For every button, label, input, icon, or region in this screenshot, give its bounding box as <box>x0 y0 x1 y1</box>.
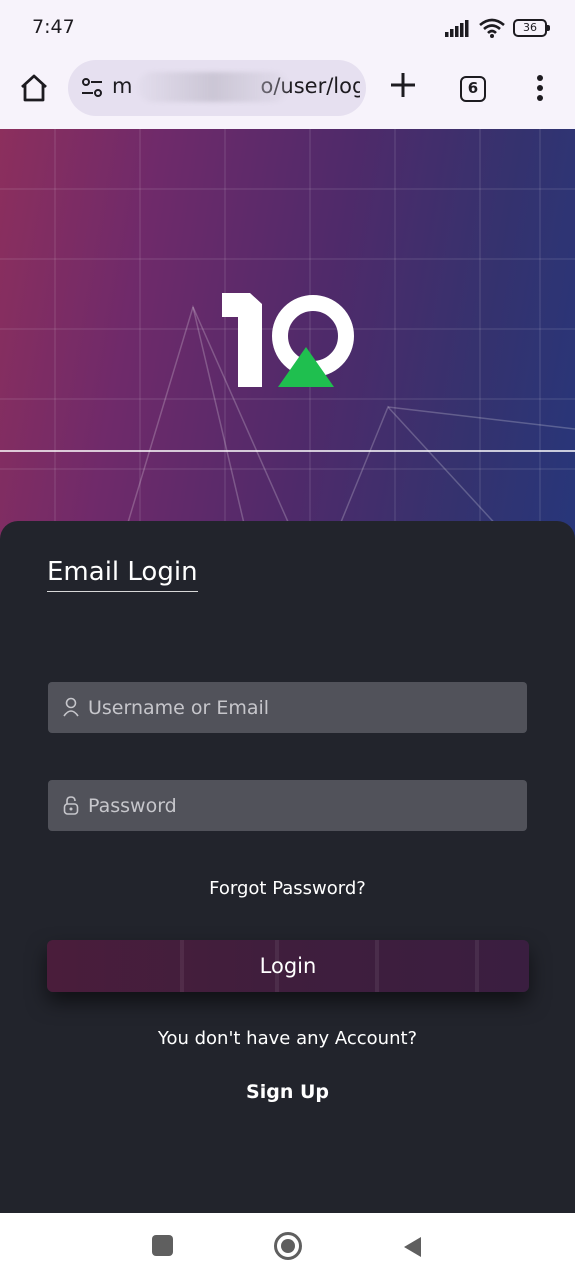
system-nav-bar <box>0 1213 575 1280</box>
wifi-icon <box>479 18 505 38</box>
hero-banner <box>0 129 575 549</box>
status-icons: 36 <box>445 16 550 40</box>
url-redaction <box>138 72 288 102</box>
forgot-password-link[interactable]: Forgot Password? <box>0 878 575 899</box>
email-login-tab[interactable]: Email Login <box>47 557 198 592</box>
status-time: 7:47 <box>32 16 75 38</box>
back-triangle-icon[interactable] <box>401 1235 425 1259</box>
address-bar[interactable]: m o/user/log <box>68 60 366 116</box>
sign-up-link[interactable]: Sign Up <box>0 1081 575 1103</box>
password-field[interactable] <box>48 780 527 831</box>
username-field[interactable] <box>48 682 527 733</box>
logo <box>222 293 354 387</box>
status-bar: 7:47 36 <box>0 0 575 56</box>
lock-icon <box>63 796 79 815</box>
square-icon[interactable] <box>152 1235 173 1256</box>
password-input[interactable] <box>86 780 516 831</box>
no-account-text: You don't have any Account? <box>157 1028 418 1049</box>
login-button-label: Login <box>259 954 317 978</box>
signal-icon <box>445 20 469 37</box>
circle-icon[interactable] <box>274 1232 302 1260</box>
username-input[interactable] <box>86 682 516 733</box>
browser-toolbar: m o/user/log 6 <box>0 56 575 129</box>
login-button[interactable]: Login <box>47 940 529 992</box>
tune-icon[interactable] <box>80 76 104 100</box>
home-icon[interactable] <box>16 70 52 106</box>
plus-icon[interactable] <box>388 70 418 100</box>
url-prefix: m <box>112 74 133 98</box>
hero-grid-pattern <box>0 129 575 549</box>
user-icon <box>63 697 79 717</box>
login-card: Email Login Forgot Password? Login You d… <box>0 521 575 1213</box>
tab-switcher-button[interactable]: 6 <box>460 76 486 102</box>
battery-indicator: 36 <box>513 19 550 37</box>
more-vert-icon[interactable] <box>528 72 552 104</box>
